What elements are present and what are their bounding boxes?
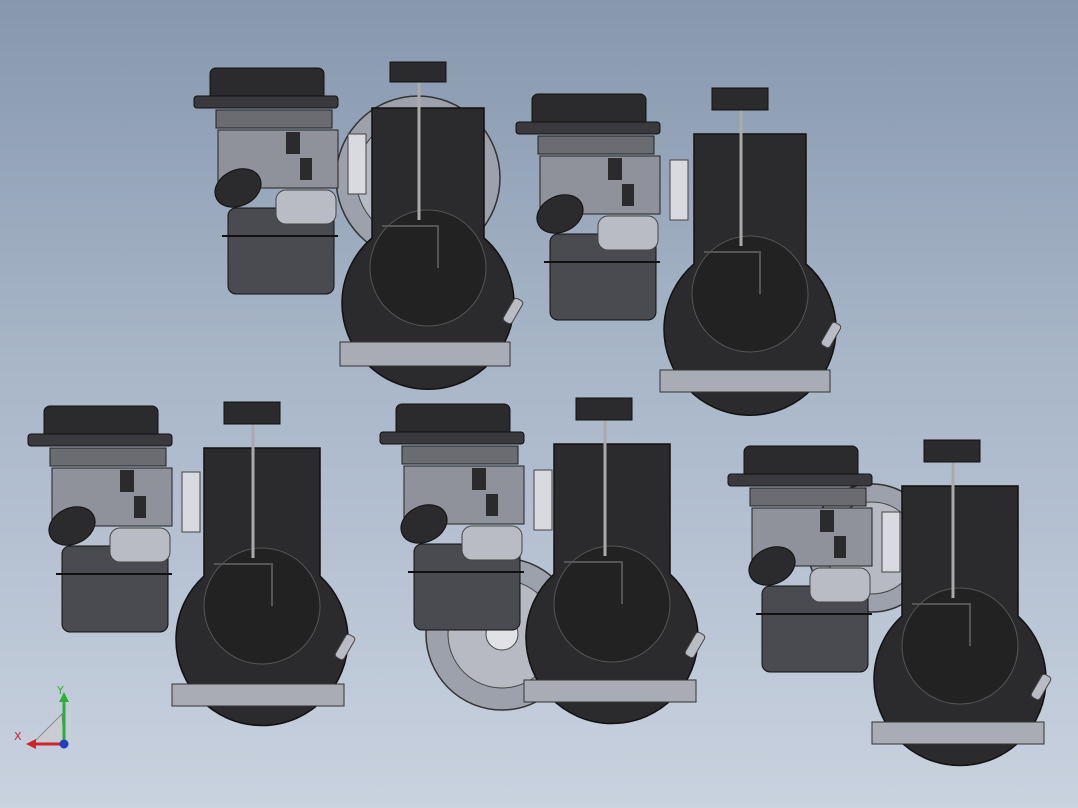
starter-handle (711, 87, 769, 111)
axis-triad-icon (26, 692, 69, 749)
starter-handle (389, 61, 447, 83)
engine-model-3[interactable] (22, 398, 362, 727)
engine-model-5[interactable] (722, 438, 1062, 767)
engine-4-drawing (379, 397, 706, 725)
coordinate-triad: Y X (12, 684, 78, 754)
starter-handle (923, 439, 981, 463)
starter-handle (223, 401, 281, 425)
engine-1-drawing (193, 61, 524, 390)
engine-3-drawing (27, 401, 356, 727)
base-plate (339, 341, 511, 367)
base-plate (871, 721, 1045, 745)
base-plate (523, 679, 697, 703)
starter-handle (575, 397, 633, 421)
base-plate (659, 369, 831, 393)
engine-model-4[interactable] (374, 396, 714, 725)
triad-y-label: Y (57, 684, 64, 697)
base-plate (171, 683, 345, 707)
engine-model-1[interactable] (188, 58, 528, 390)
engine-5-drawing (727, 439, 1052, 767)
triad-x-label: X (14, 730, 22, 743)
cad-viewport[interactable]: Y X (0, 0, 1078, 808)
engine-2-drawing (515, 87, 842, 416)
engine-model-2[interactable] (510, 86, 850, 416)
